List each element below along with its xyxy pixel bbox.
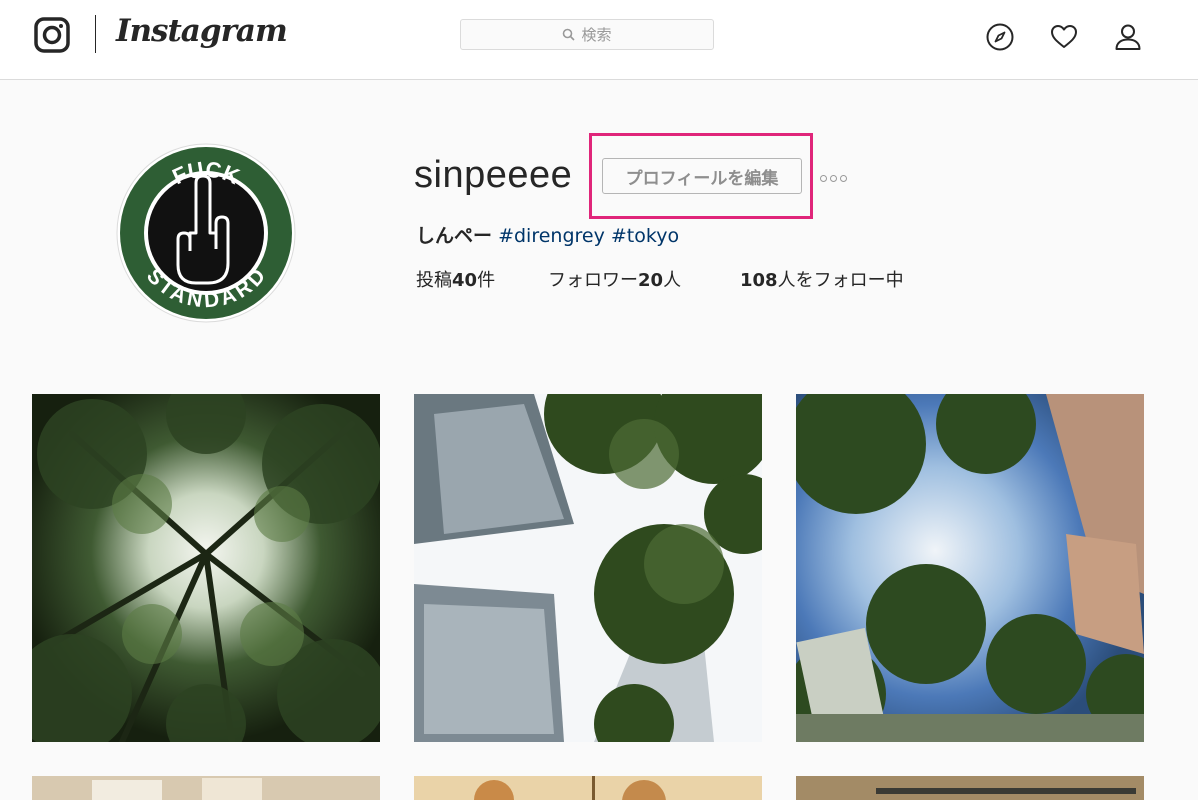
- followers-count[interactable]: フォロワー20人: [548, 266, 681, 292]
- top-nav-bar: Instagram 検索: [0, 0, 1198, 80]
- profile-username: sinpeeee: [414, 154, 573, 196]
- instagram-wordmark[interactable]: Instagram: [116, 13, 288, 49]
- profile-bio: しんペー #direngrey #tokyo: [416, 221, 679, 248]
- post-thumbnail[interactable]: [796, 776, 1144, 800]
- search-placeholder: 検索: [581, 26, 612, 44]
- post-thumbnail[interactable]: [414, 394, 762, 742]
- park-trees-photo: [796, 394, 1144, 742]
- post-thumbnail[interactable]: [32, 394, 380, 742]
- compass-icon[interactable]: [985, 22, 1015, 52]
- dot-icon: [830, 174, 837, 182]
- posts-count: 投稿40件: [416, 270, 496, 291]
- following-count[interactable]: 108人をフォロー中: [740, 266, 904, 292]
- heart-icon[interactable]: [1049, 22, 1079, 52]
- forest-canopy-photo: [32, 394, 380, 742]
- instagram-camera-icon[interactable]: [34, 17, 70, 53]
- logo-divider: [95, 15, 96, 53]
- edit-profile-button[interactable]: プロフィールを編集: [602, 158, 802, 194]
- post-thumbnail[interactable]: [414, 776, 762, 800]
- object-photo: [796, 776, 1144, 800]
- dot-icon: [840, 174, 847, 182]
- bread-photo: [414, 776, 762, 800]
- city-buildings-photo: [414, 394, 762, 742]
- search-icon: [563, 28, 576, 41]
- profile-full-name: しんペー: [416, 225, 493, 247]
- hashtag-link[interactable]: #tokyo: [611, 225, 679, 247]
- profile-avatar[interactable]: FUCK STANDARD: [116, 143, 296, 323]
- search-input[interactable]: 検索: [460, 19, 714, 50]
- user-icon[interactable]: [1113, 22, 1143, 52]
- more-options-button[interactable]: [820, 172, 847, 184]
- food-photo: [32, 776, 380, 800]
- dot-icon: [820, 174, 827, 182]
- post-thumbnail[interactable]: [796, 394, 1144, 742]
- hashtag-link[interactable]: #direngrey: [498, 225, 605, 247]
- post-thumbnail[interactable]: [32, 776, 380, 800]
